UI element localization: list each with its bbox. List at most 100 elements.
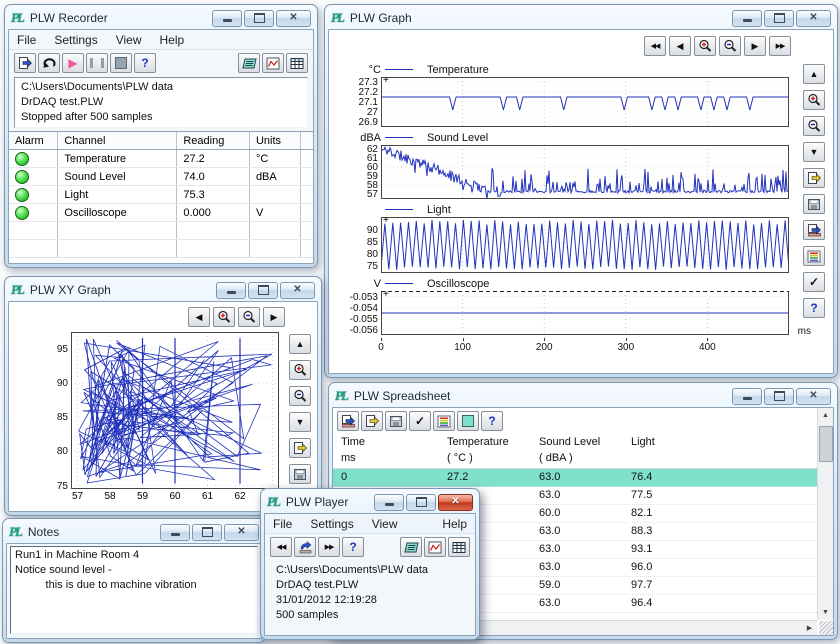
rewind-button[interactable]: ◀◀: [270, 537, 292, 557]
stop-button[interactable]: [110, 53, 132, 73]
close-button[interactable]: ✕: [224, 524, 259, 541]
channel-row[interactable]: Sound Level74.0dBA: [9, 168, 313, 186]
save-button[interactable]: [289, 464, 311, 484]
column-header[interactable]: Sound Level: [539, 436, 600, 448]
reload-button[interactable]: [294, 537, 316, 557]
record-button[interactable]: ▶: [62, 53, 84, 73]
check-button[interactable]: ✓: [409, 411, 431, 431]
column-header[interactable]: Temperature: [447, 436, 509, 448]
minimize-button[interactable]: [212, 10, 242, 27]
menu-item-view[interactable]: View: [116, 33, 142, 47]
help-button[interactable]: ?: [342, 537, 364, 557]
notes-text[interactable]: Run1 in Machine Room 4Notice sound level…: [10, 546, 258, 634]
spreadsheet-window-button[interactable]: [286, 53, 308, 73]
last-button[interactable]: ▶▶: [769, 36, 791, 56]
menu-item-settings[interactable]: Settings: [54, 33, 97, 47]
colors-button[interactable]: [433, 411, 455, 431]
graph-window-button[interactable]: [424, 537, 446, 557]
column-header[interactable]: [301, 132, 313, 149]
column-header[interactable]: Light: [631, 436, 655, 448]
zoom-out-button[interactable]: [719, 36, 741, 56]
copy-button[interactable]: [361, 411, 383, 431]
down-button[interactable]: ▼: [289, 412, 311, 432]
column-header[interactable]: Reading: [177, 132, 250, 149]
data-row[interactable]: 027.263.076.4: [333, 469, 817, 487]
zoom-out-button[interactable]: [238, 307, 260, 327]
column-header[interactable]: Alarm: [9, 132, 58, 149]
channel-row[interactable]: Temperature27.2°C: [9, 150, 313, 168]
notes-window-button[interactable]: [400, 537, 422, 557]
save-button[interactable]: [803, 194, 825, 214]
titlebar-graph[interactable]: PL PLW Graph ✕: [325, 5, 837, 30]
scroll-up-arrow[interactable]: ▲: [818, 408, 833, 423]
titlebar-xy[interactable]: PL PLW XY Graph ✕: [5, 277, 321, 302]
prev-button[interactable]: ◀: [188, 307, 210, 327]
minimize-button[interactable]: [732, 388, 762, 405]
menu-item-view[interactable]: View: [372, 517, 398, 531]
prev-button[interactable]: ◀: [669, 36, 691, 56]
titlebar-spreadsheet[interactable]: PL PLW Spreadsheet ✕: [329, 383, 837, 408]
maximize-button[interactable]: [764, 388, 794, 405]
notes-window-button[interactable]: [238, 53, 260, 73]
scroll-down-arrow[interactable]: ▼: [818, 605, 833, 620]
close-button[interactable]: ✕: [276, 10, 311, 27]
up-button[interactable]: ▲: [803, 64, 825, 84]
zoom-out-button[interactable]: [803, 116, 825, 136]
resize-grip[interactable]: [819, 621, 833, 635]
menu-item-file[interactable]: File: [273, 517, 292, 531]
column-header[interactable]: Channel: [58, 132, 177, 149]
minimize-button[interactable]: [374, 494, 404, 511]
graph-window-button[interactable]: [262, 53, 284, 73]
menu-item-help[interactable]: Help: [160, 33, 185, 47]
channel-row[interactable]: Light75.3: [9, 186, 313, 204]
zoom-in-button[interactable]: [694, 36, 716, 56]
maximize-button[interactable]: [192, 524, 222, 541]
zoom-in-button[interactable]: [289, 360, 311, 380]
maximize-button[interactable]: [244, 10, 274, 27]
minimize-button[interactable]: [732, 10, 762, 27]
help-button[interactable]: ?: [481, 411, 503, 431]
zoom-out-button[interactable]: [289, 386, 311, 406]
scroll-thumb[interactable]: [819, 426, 833, 462]
export-button[interactable]: [337, 411, 359, 431]
zoom-in-button[interactable]: [213, 307, 235, 327]
close-button[interactable]: ✕: [796, 388, 831, 405]
vertical-scrollbar[interactable]: ▲ ▼: [817, 408, 833, 620]
forward-button[interactable]: ▶▶: [318, 537, 340, 557]
minimize-button[interactable]: [160, 524, 190, 541]
first-button[interactable]: ◀◀: [644, 36, 666, 56]
select-button[interactable]: [457, 411, 479, 431]
next-button[interactable]: ▶: [744, 36, 766, 56]
titlebar-recorder[interactable]: PL PLW Recorder ✕: [5, 5, 317, 30]
close-button[interactable]: ✕: [438, 494, 473, 511]
titlebar-player[interactable]: PL PLW Player ✕: [261, 489, 479, 514]
spreadsheet-window-button[interactable]: [448, 537, 470, 557]
copy-button[interactable]: [803, 168, 825, 188]
down-button[interactable]: ▼: [803, 142, 825, 162]
pause-button[interactable]: [86, 53, 108, 73]
save-button[interactable]: [385, 411, 407, 431]
maximize-button[interactable]: [248, 282, 278, 299]
help-button[interactable]: ?: [803, 298, 825, 318]
column-header[interactable]: Time: [341, 436, 365, 448]
menu-item-file[interactable]: File: [17, 33, 36, 47]
maximize-button[interactable]: [764, 10, 794, 27]
maximize-button[interactable]: [406, 494, 436, 511]
scroll-right-arrow[interactable]: ▶: [802, 621, 817, 635]
menu-item-help[interactable]: Help: [442, 517, 467, 531]
rerecord-button[interactable]: [14, 53, 36, 73]
close-button[interactable]: ✕: [796, 10, 831, 27]
next-button[interactable]: ▶: [263, 307, 285, 327]
minimize-button[interactable]: [216, 282, 246, 299]
column-header[interactable]: Units: [250, 132, 301, 149]
check-button[interactable]: ✓: [803, 272, 825, 292]
up-button[interactable]: ▲: [289, 334, 311, 354]
titlebar-notes[interactable]: PL Notes ✕: [3, 519, 265, 544]
colors-button[interactable]: [803, 246, 825, 266]
zoom-in-button[interactable]: [803, 90, 825, 110]
channel-row[interactable]: Oscilloscope0.000V: [9, 204, 313, 222]
undo-button[interactable]: [38, 53, 60, 73]
export-button[interactable]: [803, 220, 825, 240]
help-button[interactable]: ?: [134, 53, 156, 73]
copy-button[interactable]: [289, 438, 311, 458]
